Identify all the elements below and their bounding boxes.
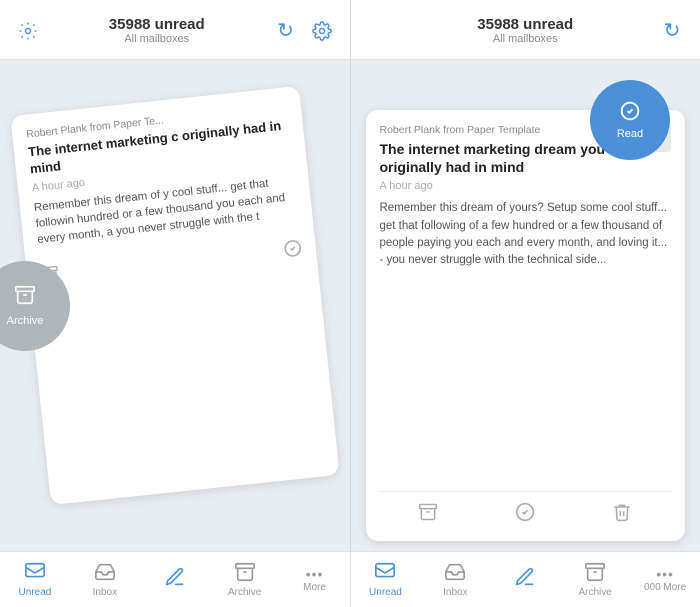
left-unread-label: Unread: [19, 588, 52, 598]
app-container: 35988 unread All mailboxes ↻: [0, 0, 700, 551]
left-pane: 35988 unread All mailboxes ↻: [0, 0, 351, 551]
right-unread-nav-icon: [374, 561, 396, 586]
compose-icon: [164, 566, 186, 591]
detail-time: A hour ago: [380, 180, 672, 192]
left-nav-archive[interactable]: Archive: [210, 552, 280, 607]
archive-label: Archive: [7, 315, 44, 327]
right-nav-compose[interactable]: [490, 552, 560, 607]
left-nav-more[interactable]: ••• More: [280, 552, 350, 607]
left-mailbox-label: All mailboxes: [42, 33, 272, 45]
left-settings-icon[interactable]: [14, 17, 42, 45]
right-archive-label: Archive: [578, 588, 611, 598]
email-detail-card: T Robert Plank from Paper Template The i…: [366, 110, 686, 541]
left-refresh-icon[interactable]: ↻: [272, 17, 300, 45]
card-check-icon[interactable]: [282, 239, 302, 264]
unread-icon: [24, 561, 46, 586]
right-nav-more[interactable]: ••• 000 More: [630, 552, 700, 607]
detail-check-icon[interactable]: [515, 502, 535, 527]
right-nav-pane: Unread Inbox: [351, 552, 700, 607]
right-header-center: 35988 unread All mailboxes: [393, 16, 659, 45]
left-nav-compose[interactable]: [140, 552, 210, 607]
read-label: Read: [617, 128, 643, 140]
left-gear-icon[interactable]: [308, 17, 336, 45]
left-inbox-label: Inbox: [93, 588, 117, 598]
right-refresh-icon[interactable]: ↻: [658, 17, 686, 45]
right-nav-archive[interactable]: Archive: [560, 552, 630, 607]
left-archive-label: Archive: [228, 588, 261, 598]
detail-preview: Remember this dream of yours? Setup some…: [380, 200, 672, 269]
more-icon-left: •••: [306, 567, 324, 581]
right-inbox-icon: [444, 561, 466, 586]
left-nav-pane: Unread Inbox: [0, 552, 351, 607]
right-inbox-label: Inbox: [443, 588, 467, 598]
left-archive-nav-icon: [234, 561, 256, 586]
left-more-label: More: [303, 583, 326, 593]
right-compose-icon: [514, 566, 536, 591]
right-nav-inbox[interactable]: Inbox: [420, 552, 490, 607]
left-unread-count: 35988 unread: [42, 16, 272, 33]
right-unread-label: Unread: [369, 588, 402, 598]
detail-actions: [380, 491, 672, 527]
bottom-nav: Unread Inbox: [0, 551, 700, 607]
inbox-icon: [94, 561, 116, 586]
left-header: 35988 unread All mailboxes ↻: [0, 0, 350, 60]
right-unread-count: 35988 unread: [393, 16, 659, 33]
right-header: 35988 unread All mailboxes ↻: [351, 0, 700, 60]
left-main-content: Archive Robert Plank from Paper Te... Th…: [0, 60, 350, 551]
detail-trash-icon[interactable]: [612, 502, 632, 527]
left-nav-inbox[interactable]: Inbox: [70, 552, 140, 607]
archive-icon: [14, 284, 36, 312]
right-more-label: 000 More: [644, 583, 686, 593]
more-icon-right: •••: [656, 567, 674, 581]
right-nav-unread[interactable]: Unread: [351, 552, 421, 607]
right-pane: 35988 unread All mailboxes ↻ Read T: [351, 0, 700, 551]
right-archive-nav-icon: [584, 561, 606, 586]
right-main-content: Read T Robert Plank from Paper Template …: [351, 60, 700, 551]
read-icon: [620, 101, 640, 126]
left-header-center: 35988 unread All mailboxes: [42, 16, 272, 45]
read-overlay: Read: [590, 80, 670, 160]
left-nav-unread[interactable]: Unread: [0, 552, 70, 607]
right-mailbox-label: All mailboxes: [393, 33, 659, 45]
detail-archive-icon[interactable]: [418, 502, 438, 527]
